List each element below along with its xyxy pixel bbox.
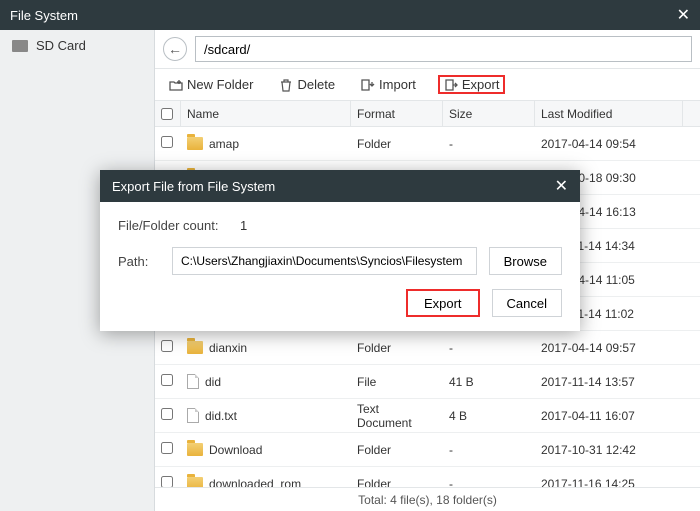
count-value: 1 [240,218,247,233]
titlebar: File System ✕ [0,0,700,30]
row-format: Folder [351,477,443,488]
row-checkbox[interactable] [161,136,173,148]
folder-icon [187,341,203,354]
status-footer: Total: 4 file(s), 18 folder(s) [155,487,700,511]
table-row[interactable]: dianxin Folder-2017-04-14 09:57 [155,331,700,365]
row-name: did.txt [205,409,237,423]
path-input[interactable] [195,36,692,62]
row-size: 41 B [443,375,535,389]
export-confirm-button[interactable]: Export [406,289,480,317]
folder-icon [187,443,203,456]
new-folder-icon [169,78,183,92]
row-modified: 2017-10-31 12:42 [535,443,683,457]
toolbar: New Folder Delete Import Export [155,69,700,101]
row-name: amap [209,137,239,151]
export-button[interactable]: Export [438,75,506,94]
dialog-title: Export File from File System [112,179,275,194]
table-row[interactable]: did File41 B2017-11-14 13:57 [155,365,700,399]
row-modified: 2017-04-11 16:07 [535,409,683,423]
row-size: - [443,137,535,151]
table-header: Name Format Size Last Modified [155,101,700,127]
trash-icon [279,78,293,92]
file-icon [187,374,199,389]
row-name: did [205,375,221,389]
window-title: File System [10,8,78,23]
path-label: Path: [118,254,160,269]
row-name: downloaded_rom [209,477,301,488]
row-checkbox[interactable] [161,408,173,420]
table-row[interactable]: Download Folder-2017-10-31 12:42 [155,433,700,467]
row-checkbox[interactable] [161,340,173,352]
row-size: 4 B [443,409,535,423]
row-format: Folder [351,341,443,355]
close-icon[interactable]: ✕ [677,5,690,25]
sidebar-item-sdcard[interactable]: SD Card [0,30,154,61]
row-format: Text Document [351,402,443,430]
delete-button[interactable]: Delete [275,75,339,94]
file-icon [187,408,199,423]
dialog-titlebar: Export File from File System ✕ [100,170,580,202]
sidebar-item-label: SD Card [36,38,86,53]
row-format: Folder [351,137,443,151]
folder-icon [187,137,203,150]
back-button[interactable]: ← [163,37,187,61]
export-path-input[interactable] [172,247,477,275]
row-size: - [443,443,535,457]
row-checkbox[interactable] [161,476,173,487]
table-row[interactable]: amap Folder-2017-04-14 09:54 [155,127,700,161]
col-format[interactable]: Format [351,101,443,126]
path-bar: ← [155,30,700,69]
new-folder-button[interactable]: New Folder [165,75,257,94]
row-format: File [351,375,443,389]
sdcard-icon [12,40,28,52]
import-button[interactable]: Import [357,75,420,94]
col-name[interactable]: Name [181,101,351,126]
row-modified: 2017-04-14 09:57 [535,341,683,355]
row-checkbox[interactable] [161,442,173,454]
row-modified: 2017-04-14 09:54 [535,137,683,151]
browse-button[interactable]: Browse [489,247,562,275]
import-icon [361,78,375,92]
export-dialog: Export File from File System ✕ File/Fold… [100,170,580,331]
row-format: Folder [351,443,443,457]
row-checkbox[interactable] [161,374,173,386]
cancel-button[interactable]: Cancel [492,289,562,317]
table-row[interactable]: did.txt Text Document4 B2017-04-11 16:07 [155,399,700,433]
table-row[interactable]: downloaded_rom Folder-2017-11-16 14:25 [155,467,700,487]
count-label: File/Folder count: [118,218,228,233]
dialog-close-icon[interactable]: ✕ [555,176,568,196]
folder-icon [187,477,203,487]
row-name: Download [209,443,262,457]
row-size: - [443,477,535,488]
row-size: - [443,341,535,355]
col-modified[interactable]: Last Modified [535,101,683,126]
col-size[interactable]: Size [443,101,535,126]
export-icon [444,78,458,92]
row-name: dianxin [209,341,247,355]
row-modified: 2017-11-14 13:57 [535,375,683,389]
select-all-checkbox[interactable] [161,108,173,120]
row-modified: 2017-11-16 14:25 [535,477,683,488]
